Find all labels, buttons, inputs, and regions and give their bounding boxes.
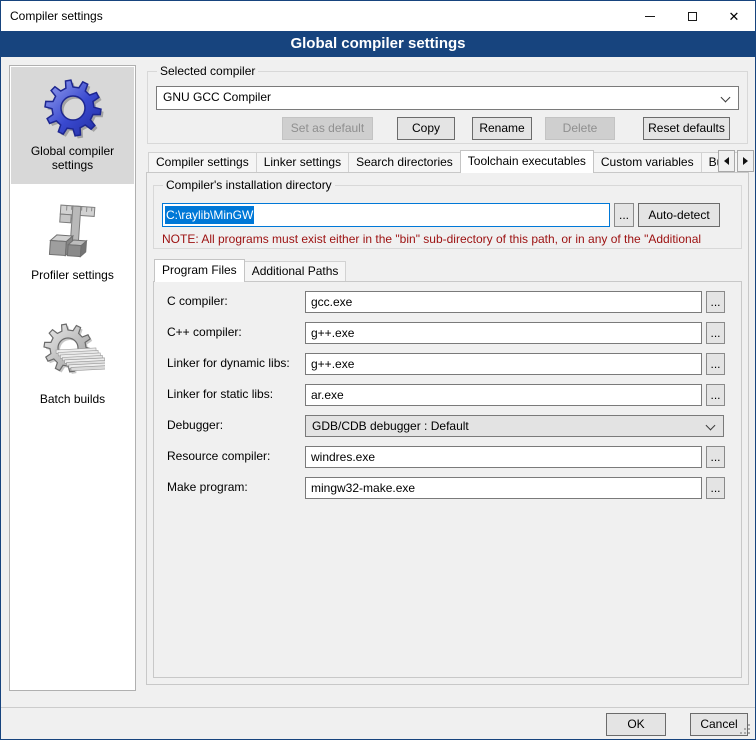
make-program-browse-button[interactable]: ... (706, 477, 725, 499)
row-debugger: Debugger: GDB/CDB debugger : Default (154, 415, 741, 437)
tab-program-files[interactable]: Program Files (154, 259, 245, 282)
selected-compiler-legend: Selected compiler (157, 64, 258, 78)
linker-static-input[interactable] (305, 384, 702, 406)
resource-compiler-input[interactable] (305, 446, 702, 468)
field-label: C compiler: (167, 294, 228, 308)
cancel-button[interactable]: Cancel (690, 713, 748, 736)
install-dir-legend: Compiler's installation directory (163, 178, 335, 192)
selected-compiler-value: GNU GCC Compiler (163, 90, 271, 104)
c-compiler-browse-button[interactable]: ... (706, 291, 725, 313)
arrow-left-icon (720, 157, 729, 165)
reset-defaults-button[interactable]: Reset defaults (643, 117, 730, 140)
make-program-input[interactable] (305, 477, 702, 499)
sidebar-item-label: Global compiler settings (11, 140, 134, 172)
maximize-button[interactable] (671, 1, 713, 31)
sidebar-item-label: Batch builds (11, 388, 134, 406)
row-c-compiler: C compiler: ... (154, 291, 741, 313)
tab-scroll-left-button[interactable] (718, 150, 735, 172)
chevron-down-icon (706, 421, 716, 431)
row-linker-static: Linker for static libs: ... (154, 384, 741, 406)
row-make-program: Make program: ... (154, 477, 741, 499)
c-compiler-input[interactable] (305, 291, 702, 313)
field-label: Resource compiler: (167, 449, 270, 463)
auto-detect-button[interactable]: Auto-detect (638, 203, 720, 227)
compiler-settings-dialog: Compiler settings ✕ Global compiler sett… (0, 0, 756, 740)
resize-grip[interactable] (748, 732, 750, 734)
chevron-down-icon (721, 93, 731, 103)
footer-divider (1, 707, 755, 708)
maximize-icon (688, 12, 697, 21)
set-as-default-button[interactable]: Set as default (282, 117, 373, 140)
tab-compiler-settings[interactable]: Compiler settings (148, 152, 257, 173)
tab-linker-settings[interactable]: Linker settings (256, 152, 349, 173)
gear-stack-icon (41, 320, 105, 388)
cpp-compiler-browse-button[interactable]: ... (706, 322, 725, 344)
tab-custom-variables[interactable]: Custom variables (593, 152, 702, 173)
tab-toolchain-executables[interactable]: Toolchain executables (460, 150, 594, 173)
titlebar: Compiler settings ✕ (1, 1, 755, 31)
field-label: Linker for static libs: (167, 387, 273, 401)
field-label: Linker for dynamic libs: (167, 356, 290, 370)
copy-button[interactable]: Copy (397, 117, 455, 140)
sub-tabbar: Program Files Additional Paths (154, 259, 346, 282)
selected-compiler-combobox[interactable]: GNU GCC Compiler (156, 86, 739, 110)
rename-button[interactable]: Rename (472, 117, 532, 140)
program-files-panel: C compiler: ... C++ compiler: ... Linker… (153, 281, 742, 678)
row-resource-compiler: Resource compiler: ... (154, 446, 741, 468)
ok-button[interactable]: OK (606, 713, 666, 736)
sidebar-item-label: Profiler settings (11, 264, 134, 282)
linker-dynamic-browse-button[interactable]: ... (706, 353, 725, 375)
linker-static-browse-button[interactable]: ... (706, 384, 725, 406)
resource-compiler-browse-button[interactable]: ... (706, 446, 725, 468)
install-dir-browse-button[interactable]: ... (614, 203, 634, 227)
install-dir-selected-text: C:\raylib\MinGW (165, 206, 254, 224)
cpp-compiler-input[interactable] (305, 322, 702, 344)
sidebar-item-global-compiler-settings[interactable]: Global compiler settings (11, 67, 134, 184)
close-button[interactable]: ✕ (713, 1, 755, 31)
field-label: Make program: (167, 480, 248, 494)
blue-gear-icon (41, 76, 105, 140)
field-label: C++ compiler: (167, 325, 242, 339)
caliper-icon (41, 202, 105, 264)
sidebar-item-profiler-settings[interactable]: Profiler settings (11, 196, 134, 296)
selected-compiler-group: Selected compiler GNU GCC Compiler Set a… (147, 71, 748, 144)
arrow-right-icon (743, 157, 752, 165)
page-title: Global compiler settings (1, 31, 755, 57)
install-dir-note: NOTE: All programs must exist either in … (162, 232, 701, 246)
row-cpp-compiler: C++ compiler: ... (154, 322, 741, 344)
tab-search-directories[interactable]: Search directories (348, 152, 461, 173)
linker-dynamic-input[interactable] (305, 353, 702, 375)
tab-additional-paths[interactable]: Additional Paths (244, 261, 347, 282)
sidebar-item-batch-builds[interactable]: Batch builds (11, 316, 134, 421)
debugger-value: GDB/CDB debugger : Default (312, 419, 469, 433)
field-label: Debugger: (167, 418, 223, 432)
install-dir-group: Compiler's installation directory C:\ray… (153, 185, 742, 249)
row-linker-dynamic: Linker for dynamic libs: ... (154, 353, 741, 375)
tab-scroll-right-button[interactable] (737, 150, 754, 172)
delete-button[interactable]: Delete (545, 117, 615, 140)
close-icon: ✕ (729, 10, 740, 23)
main-tabbar: Compiler settings Linker settings Search… (148, 150, 738, 173)
minimize-button[interactable] (629, 1, 671, 31)
debugger-combobox[interactable]: GDB/CDB debugger : Default (305, 415, 724, 437)
minimize-icon (645, 16, 655, 17)
window-title: Compiler settings (1, 9, 103, 23)
install-dir-input[interactable]: C:\raylib\MinGW (162, 203, 610, 227)
settings-sidebar: Global compiler settings Profiler settin… (9, 65, 136, 691)
